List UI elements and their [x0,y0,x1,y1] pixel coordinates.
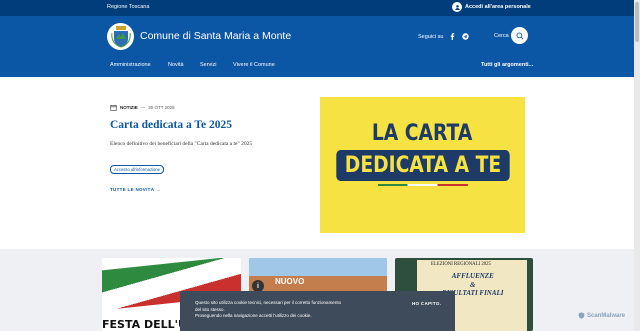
meta-dash: — [140,105,146,110]
nav-novita[interactable]: Novità [168,62,184,68]
nav-vivere-il-comune[interactable]: Vivere il Comune [233,62,275,68]
card2-text: NUOVO [275,277,305,286]
watermark-label: ScanMalware [587,312,626,319]
news-description: Elenco definitivo dei beneficiari della … [110,141,253,147]
news-category: NOTIZIE [120,105,138,110]
tricolor-stripe [377,184,468,186]
login-label: Accedi all'area personale [465,4,531,10]
promo-line2: DEDICATA A TE [335,150,510,181]
nav-servizi[interactable]: Servizi [200,62,217,68]
scrollbar-thumb[interactable] [635,2,639,42]
cookie-line1: Questo sito utilizza cookie tecnici, nec… [195,300,342,312]
featured-news: NOTIZIE — 30 OTT 2025 Carta dedicata a T… [0,77,640,249]
sky-image [249,258,387,276]
all-news-label: TUTTE LE NOVITÀ [110,187,155,192]
site-header: Comune di Santa Maria a Monte Seguici su… [0,16,640,77]
shield-icon [578,312,585,319]
arrow-right-icon: → [155,187,161,192]
nav-amministrazione[interactable]: Amministrazione [110,62,151,68]
top-bar: Regione Toscana Accedi all'area personal… [0,0,640,16]
cookie-accept-button[interactable]: HO CAPITO. [412,301,441,306]
telegram-icon[interactable] [462,33,470,40]
topic-badge[interactable]: Accesso all'informazione [110,165,164,174]
calendar-icon [110,105,117,111]
cookie-line2: Proseguendo nella navigazione accetti l'… [195,313,312,318]
promo-image[interactable]: LA CARTA DEDICATA A TE [320,97,525,233]
news-date: 30 OTT 2025 [148,105,175,110]
municipality-logo[interactable] [107,23,134,50]
search-icon [516,32,524,40]
cookie-message: Questo sito utilizza cookie tecnici, nec… [195,300,345,320]
search-button[interactable] [511,27,528,44]
news-meta: NOTIZIE — 30 OTT 2025 [110,104,175,111]
all-topics-link[interactable]: Tutti gli argomenti... [481,62,533,68]
social-follow: Seguici su [418,33,470,40]
news-title[interactable]: Carta dedicata a Te 2025 [110,119,232,131]
facebook-icon[interactable] [449,33,456,40]
user-icon [452,2,462,12]
all-news-link[interactable]: TUTTE LE NOVITÀ → [110,187,161,192]
card3-line2: & [470,280,476,289]
search-label: Cerca [494,33,509,39]
follow-label: Seguici su [418,33,444,40]
card3-line1: AFFLUENZE [451,272,494,280]
site-name[interactable]: Comune di Santa Maria a Monte [140,30,291,42]
watermark: ScanMalware [578,312,625,319]
promo-line1: LA CARTA [372,121,473,146]
region-link[interactable]: Regione Toscana [107,4,149,10]
coat-of-arms-icon [110,26,131,48]
cookie-banner: Questo sito utilizza cookie tecnici, nec… [180,291,455,331]
login-button[interactable]: Accedi all'area personale [452,2,531,12]
scrollbar[interactable] [634,0,640,331]
card3-header: ELEZIONI REGIONALI 2025 [431,262,491,267]
